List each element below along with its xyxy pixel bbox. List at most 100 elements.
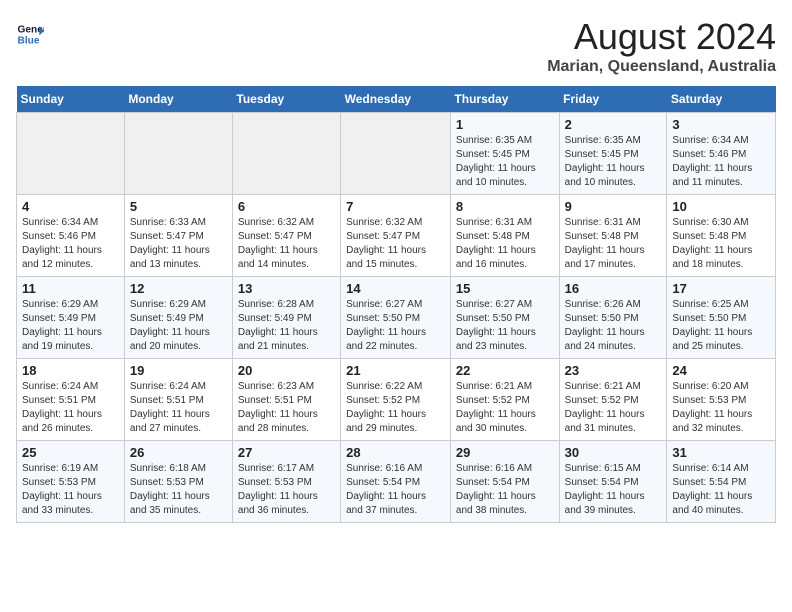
day-number: 14	[346, 281, 445, 296]
day-cell: 25Sunrise: 6:19 AM Sunset: 5:53 PM Dayli…	[17, 441, 125, 523]
day-info: Sunrise: 6:29 AM Sunset: 5:49 PM Dayligh…	[130, 298, 227, 354]
day-info: Sunrise: 6:35 AM Sunset: 5:45 PM Dayligh…	[456, 134, 554, 190]
day-number: 10	[672, 199, 770, 214]
day-number: 25	[22, 445, 119, 460]
day-number: 5	[130, 199, 227, 214]
day-number: 21	[346, 363, 445, 378]
day-info: Sunrise: 6:17 AM Sunset: 5:53 PM Dayligh…	[238, 462, 335, 518]
day-cell: 16 Sunrise: 6:26 AM Sunset: 5:50 PM Dayli…	[559, 277, 667, 359]
day-number: 4	[22, 199, 119, 214]
day-info: Sunrise: 6:16 AM Sunset: 5:54 PM Dayligh…	[346, 462, 445, 518]
header-cell-sunday: Sunday	[17, 86, 125, 113]
day-info: Sunrise: 6:22 AM Sunset: 5:52 PM Dayligh…	[346, 380, 445, 436]
day-info: Sunrise: 6:32 AM Sunset: 5:47 PM Dayligh…	[346, 216, 445, 272]
subtitle: Marian, Queensland, Australia	[547, 58, 776, 76]
day-info: Sunrise: 6:33 AM Sunset: 5:47 PM Dayligh…	[130, 216, 227, 272]
day-cell: 11Sunrise: 6:29 AM Sunset: 5:49 PM Dayli…	[17, 277, 125, 359]
day-cell: 12 Sunrise: 6:29 AM Sunset: 5:49 PM Dayli…	[124, 277, 232, 359]
day-number: 31	[672, 445, 770, 460]
day-info: Sunrise: 6:27 AM Sunset: 5:50 PM Dayligh…	[346, 298, 445, 354]
day-info: Sunrise: 6:24 AM Sunset: 5:51 PM Dayligh…	[22, 380, 119, 436]
day-cell: 15Sunrise: 6:27 AM Sunset: 5:50 PM Dayli…	[450, 277, 559, 359]
day-cell: 21 Sunrise: 6:22 AM Sunset: 5:52 PM Dayli…	[341, 359, 451, 441]
day-info: Sunrise: 6:31 AM Sunset: 5:48 PM Dayligh…	[456, 216, 554, 272]
day-info: Sunrise: 6:25 AM Sunset: 5:50 PM Dayligh…	[672, 298, 770, 354]
day-info: Sunrise: 6:23 AM Sunset: 5:51 PM Dayligh…	[238, 380, 335, 436]
day-info: Sunrise: 6:34 AM Sunset: 5:46 PM Dayligh…	[22, 216, 119, 272]
day-number: 16	[565, 281, 662, 296]
day-info: Sunrise: 6:30 AM Sunset: 5:48 PM Dayligh…	[672, 216, 770, 272]
day-number: 23	[565, 363, 662, 378]
day-cell: 27 Sunrise: 6:17 AM Sunset: 5:53 PM Dayli…	[232, 441, 340, 523]
day-cell: 29 Sunrise: 6:16 AM Sunset: 5:54 PM Dayli…	[450, 441, 559, 523]
day-cell: 6 Sunrise: 6:32 AM Sunset: 5:47 PM Daylig…	[232, 195, 340, 277]
day-info: Sunrise: 6:35 AM Sunset: 5:45 PM Dayligh…	[565, 134, 662, 190]
day-cell: 8 Sunrise: 6:31 AM Sunset: 5:48 PM Daylig…	[450, 195, 559, 277]
day-cell	[17, 113, 125, 195]
day-number: 29	[456, 445, 554, 460]
day-number: 22	[456, 363, 554, 378]
day-info: Sunrise: 6:32 AM Sunset: 5:47 PM Dayligh…	[238, 216, 335, 272]
day-cell: 14 Sunrise: 6:27 AM Sunset: 5:50 PM Dayli…	[341, 277, 451, 359]
day-number: 13	[238, 281, 335, 296]
header-cell-saturday: Saturday	[667, 86, 776, 113]
main-title: August 2024	[547, 16, 776, 58]
day-number: 8	[456, 199, 554, 214]
header-cell-wednesday: Wednesday	[341, 86, 451, 113]
title-block: August 2024 Marian, Queensland, Australi…	[547, 16, 776, 76]
day-cell	[232, 113, 340, 195]
logo-icon: General Blue	[16, 20, 44, 48]
day-cell: 24 Sunrise: 6:20 AM Sunset: 5:53 PM Dayli…	[667, 359, 776, 441]
day-cell: 1 Sunrise: 6:35 AM Sunset: 5:45 PM Daylig…	[450, 113, 559, 195]
day-cell: 19Sunrise: 6:24 AM Sunset: 5:51 PM Dayli…	[124, 359, 232, 441]
week-row-4: 18Sunrise: 6:24 AM Sunset: 5:51 PM Dayli…	[17, 359, 776, 441]
header-cell-friday: Friday	[559, 86, 667, 113]
day-info: Sunrise: 6:20 AM Sunset: 5:53 PM Dayligh…	[672, 380, 770, 436]
day-number: 27	[238, 445, 335, 460]
day-number: 6	[238, 199, 335, 214]
day-info: Sunrise: 6:34 AM Sunset: 5:46 PM Dayligh…	[672, 134, 770, 190]
day-number: 7	[346, 199, 445, 214]
day-info: Sunrise: 6:31 AM Sunset: 5:48 PM Dayligh…	[565, 216, 662, 272]
day-cell: 30 Sunrise: 6:15 AM Sunset: 5:54 PM Dayli…	[559, 441, 667, 523]
day-info: Sunrise: 6:29 AM Sunset: 5:49 PM Dayligh…	[22, 298, 119, 354]
day-cell: 5 Sunrise: 6:33 AM Sunset: 5:47 PM Daylig…	[124, 195, 232, 277]
day-info: Sunrise: 6:16 AM Sunset: 5:54 PM Dayligh…	[456, 462, 554, 518]
day-info: Sunrise: 6:26 AM Sunset: 5:50 PM Dayligh…	[565, 298, 662, 354]
day-info: Sunrise: 6:15 AM Sunset: 5:54 PM Dayligh…	[565, 462, 662, 518]
day-number: 1	[456, 117, 554, 132]
day-cell: 13 Sunrise: 6:28 AM Sunset: 5:49 PM Dayli…	[232, 277, 340, 359]
day-cell: 18Sunrise: 6:24 AM Sunset: 5:51 PM Dayli…	[17, 359, 125, 441]
day-number: 20	[238, 363, 335, 378]
day-cell: 22Sunrise: 6:21 AM Sunset: 5:52 PM Dayli…	[450, 359, 559, 441]
day-cell: 20 Sunrise: 6:23 AM Sunset: 5:51 PM Dayli…	[232, 359, 340, 441]
day-info: Sunrise: 6:21 AM Sunset: 5:52 PM Dayligh…	[565, 380, 662, 436]
day-cell: 9 Sunrise: 6:31 AM Sunset: 5:48 PM Daylig…	[559, 195, 667, 277]
day-number: 3	[672, 117, 770, 132]
day-cell: 31 Sunrise: 6:14 AM Sunset: 5:54 PM Dayli…	[667, 441, 776, 523]
day-number: 30	[565, 445, 662, 460]
day-number: 28	[346, 445, 445, 460]
page-header: General Blue August 2024 Marian, Queensl…	[16, 16, 776, 76]
day-cell: 4 Sunrise: 6:34 AM Sunset: 5:46 PM Daylig…	[17, 195, 125, 277]
calendar-header-row: SundayMondayTuesdayWednesdayThursdayFrid…	[17, 86, 776, 113]
day-number: 24	[672, 363, 770, 378]
week-row-3: 11Sunrise: 6:29 AM Sunset: 5:49 PM Dayli…	[17, 277, 776, 359]
day-info: Sunrise: 6:27 AM Sunset: 5:50 PM Dayligh…	[456, 298, 554, 354]
week-row-5: 25Sunrise: 6:19 AM Sunset: 5:53 PM Dayli…	[17, 441, 776, 523]
header-cell-monday: Monday	[124, 86, 232, 113]
week-row-2: 4 Sunrise: 6:34 AM Sunset: 5:46 PM Daylig…	[17, 195, 776, 277]
week-row-1: 1 Sunrise: 6:35 AM Sunset: 5:45 PM Daylig…	[17, 113, 776, 195]
day-number: 12	[130, 281, 227, 296]
day-number: 19	[130, 363, 227, 378]
day-info: Sunrise: 6:14 AM Sunset: 5:54 PM Dayligh…	[672, 462, 770, 518]
day-number: 9	[565, 199, 662, 214]
header-cell-thursday: Thursday	[450, 86, 559, 113]
day-number: 2	[565, 117, 662, 132]
day-info: Sunrise: 6:28 AM Sunset: 5:49 PM Dayligh…	[238, 298, 335, 354]
day-number: 26	[130, 445, 227, 460]
day-cell: 7 Sunrise: 6:32 AM Sunset: 5:47 PM Daylig…	[341, 195, 451, 277]
day-cell	[341, 113, 451, 195]
day-cell: 17Sunrise: 6:25 AM Sunset: 5:50 PM Dayli…	[667, 277, 776, 359]
logo: General Blue	[16, 20, 46, 48]
